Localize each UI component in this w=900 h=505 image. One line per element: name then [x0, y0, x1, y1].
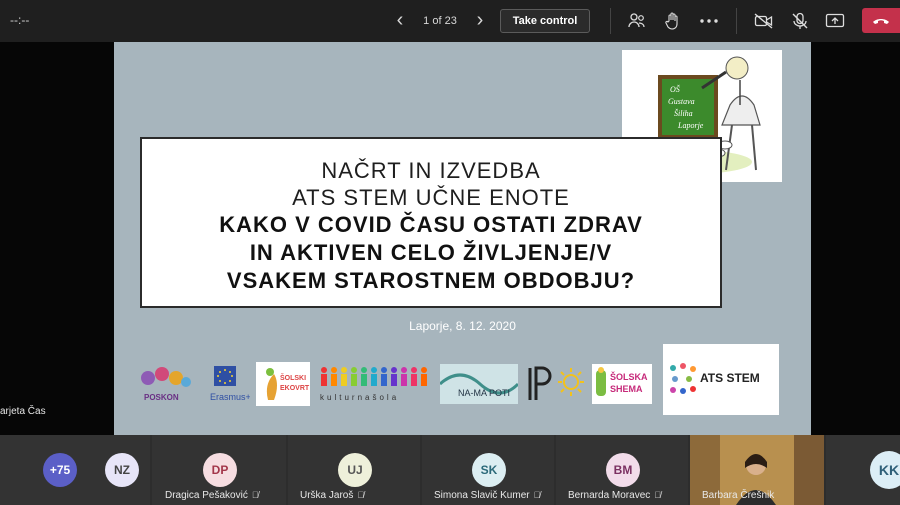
- svg-text:OŠ: OŠ: [670, 84, 680, 94]
- participant-avatar: KK: [870, 451, 900, 489]
- meeting-timer: --:--: [10, 13, 30, 27]
- mic-off-icon[interactable]: [788, 9, 812, 33]
- participant-tile[interactable]: KK: [826, 435, 900, 505]
- svg-text:Laporje: Laporje: [677, 121, 704, 130]
- slide-title-box: NAČRT IN IZVEDBA ATS STEM UČNE ENOTE KAK…: [140, 137, 722, 308]
- participant-name: Urška Jaroš: [300, 490, 354, 501]
- shared-content-stage: OŠ Gustava Šiliha Laporje NAČRT IN IZVED…: [0, 42, 900, 435]
- participant-overflow-avatar[interactable]: +75: [43, 453, 77, 487]
- poskon-logo: POSKON: [138, 360, 194, 408]
- mic-off-icon: 🎙̸: [251, 490, 259, 500]
- ip-logo: [522, 360, 552, 408]
- camera-off-icon[interactable]: [752, 9, 776, 33]
- na-ma-poti-logo: NA-MA POTI: [438, 360, 520, 408]
- svg-text:EKOVRT: EKOVRT: [280, 385, 310, 392]
- participants-strip: +75 NZ DP Dragica Pešaković 🎙̸ UJ Urška J…: [0, 435, 900, 505]
- share-screen-icon[interactable]: [823, 9, 847, 33]
- erasmus-logo: Erasmus+: [210, 360, 251, 408]
- svg-text:Šiliha: Šiliha: [674, 108, 693, 118]
- participant-avatar: UJ: [338, 453, 372, 487]
- people-icon[interactable]: [625, 9, 649, 33]
- sun-logo: [556, 360, 586, 408]
- participant-video-tile[interactable]: Barbara Črešnik: [690, 435, 824, 505]
- svg-text:Gustava: Gustava: [668, 97, 695, 106]
- slide-page-indicator: 1 of 23: [423, 15, 457, 27]
- toolbar-divider: [736, 8, 737, 34]
- take-control-button[interactable]: Take control: [500, 9, 590, 33]
- ekovrt-logo: ŠOLSKI EKOVRT: [256, 360, 310, 408]
- previous-slide-chevron-icon[interactable]: ‹: [388, 9, 412, 33]
- participant-name: Dragica Pešaković: [165, 490, 248, 501]
- hangup-icon: [873, 18, 889, 24]
- participant-tile[interactable]: UJ Urška Jaroš 🎙̸: [288, 435, 420, 505]
- participant-tile[interactable]: SK Simona Slavič Kumer 🎙̸: [422, 435, 554, 505]
- svg-text:Erasmus+: Erasmus+: [210, 392, 250, 402]
- participant-avatar: SK: [472, 453, 506, 487]
- mic-off-icon: 🎙̸: [357, 490, 365, 500]
- toolbar-divider: [610, 8, 611, 34]
- svg-text:NA-MA POTI: NA-MA POTI: [458, 388, 510, 398]
- hang-up-button[interactable]: [862, 8, 900, 33]
- participant-avatar: DP: [203, 453, 237, 487]
- participant-tile[interactable]: DP Dragica Pešaković 🎙̸: [152, 435, 286, 505]
- svg-text:ŠOLSKI: ŠOLSKI: [280, 373, 306, 382]
- svg-text:ŠOLSKA: ŠOLSKA: [610, 371, 648, 382]
- participant-name: Barbara Črešnik: [702, 490, 775, 501]
- svg-text:POSKON: POSKON: [144, 393, 179, 402]
- meeting-toolbar: --:-- ‹ 1 of 23 › Take control: [0, 0, 900, 42]
- mic-off-icon: 🎙̸: [654, 490, 662, 500]
- solska-shema-logo: ŠOLSKA SHEMA: [592, 360, 652, 408]
- svg-text:SHEMA: SHEMA: [610, 384, 643, 394]
- slide-title-bold-line: IN AKTIVEN CELO ŽIVLJENJE/V: [249, 240, 613, 265]
- participant-tile[interactable]: BM Bernarda Moravec 🎙̸: [556, 435, 688, 505]
- kulturna-sola-logo: kulturnašola: [318, 360, 434, 408]
- participant-tile-overflow[interactable]: +75 NZ: [0, 435, 150, 505]
- slide-date: Laporje, 8. 12. 2020: [409, 319, 516, 333]
- next-slide-chevron-icon[interactable]: ›: [468, 9, 492, 33]
- slide-title-bold-line: KAKO V COVID ČASU OSTATI ZDRAV: [219, 212, 643, 237]
- slide-title-line: ATS STEM UČNE ENOTE: [292, 185, 570, 210]
- participant-name: Simona Slavič Kumer: [434, 490, 530, 501]
- participant-name: Bernarda Moravec: [568, 490, 651, 501]
- raise-hand-icon[interactable]: [661, 9, 685, 33]
- more-options-icon[interactable]: [697, 9, 721, 33]
- slide-title-line: NAČRT IN IZVEDBA: [321, 158, 541, 183]
- slide-title-bold-line: VSAKEM STAROSTNEM OBDOBJU?: [226, 268, 636, 293]
- slide-navigation: ‹ 1 of 23 ›: [388, 9, 492, 33]
- svg-text:kulturnašola: kulturnašola: [320, 393, 399, 402]
- ats-stem-logo: ATS STEM: [663, 344, 779, 415]
- ats-stem-label: ATS STEM: [700, 371, 760, 385]
- presentation-slide: OŠ Gustava Šiliha Laporje NAČRT IN IZVED…: [114, 42, 811, 435]
- participant-avatar: NZ: [105, 453, 139, 487]
- mic-off-icon: 🎙̸: [533, 490, 541, 500]
- partner-logos: POSKON Erasmus+ ŠOLSKI EKOVRT kulturnašo…: [138, 360, 658, 410]
- presenter-name-label: arjeta Čas: [0, 406, 46, 417]
- participant-avatar: BM: [606, 453, 640, 487]
